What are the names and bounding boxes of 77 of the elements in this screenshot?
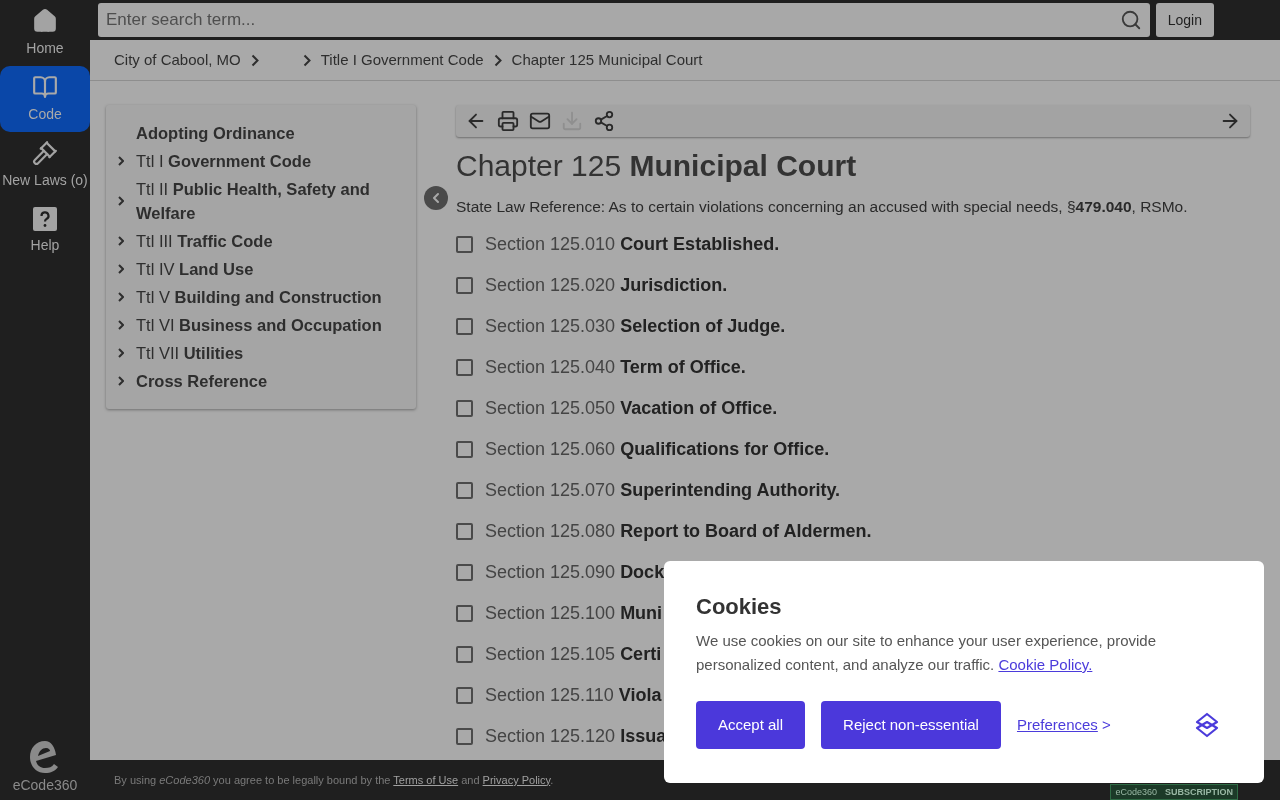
toc-item[interactable]: Ttl V Building and Construction [130, 285, 382, 309]
section-checkbox[interactable] [456, 646, 473, 664]
section-link[interactable]: Section 125.120 Issua [485, 723, 667, 751]
home-icon [32, 7, 58, 34]
section-checkbox[interactable] [456, 728, 473, 746]
terms-link[interactable]: Terms of Use [393, 773, 459, 786]
section-checkbox[interactable] [456, 441, 473, 459]
section-checkbox[interactable] [456, 318, 473, 336]
toc-item[interactable]: Ttl II Public Health, Safety and Welfare [130, 177, 412, 225]
section-link[interactable]: Section 125.110 Viola [485, 682, 662, 710]
collapse-button[interactable] [424, 186, 448, 210]
toc-item[interactable]: Ttl VI Business and Occupation [130, 313, 382, 337]
chevron-icon [493, 53, 502, 67]
subscription-badge: eCode360 SUBSCRIPTION [1110, 784, 1238, 800]
toc-item[interactable]: Adopting Ordinance [130, 121, 295, 145]
chapter-title: Chapter 125 Municipal Court [456, 148, 858, 184]
share-icon [593, 110, 615, 132]
nav-item[interactable]: New Laws (o) [0, 132, 90, 198]
section-link[interactable]: Section 125.050 Vacation of Office. [485, 395, 778, 423]
section-checkbox[interactable] [456, 687, 473, 705]
section-link[interactable]: Section 125.010 Court Established. [485, 231, 780, 259]
brand-icon [1194, 712, 1220, 738]
search-field[interactable]: Enter search term... [98, 3, 1150, 37]
chevron-icon [302, 53, 311, 67]
cookie-title: Cookies [696, 593, 783, 621]
section-link[interactable]: Section 125.080 Report to Board of Aldermen. [485, 518, 872, 546]
accept-all-button[interactable]: Accept all [696, 701, 806, 749]
section-checkbox[interactable] [456, 236, 473, 254]
breadcrumb-link[interactable]: Title I Government Code [320, 48, 484, 72]
breadcrumb-link[interactable]: Chapter 125 Municipal Court [511, 48, 703, 72]
reject-button[interactable]: Reject non-essential [821, 701, 1001, 749]
nav-item[interactable]: Help [0, 198, 90, 264]
help-icon [33, 206, 57, 231]
logo-text: eCode360 [12, 776, 78, 795]
section-link[interactable]: Section 125.030 Selection of Judge. [485, 313, 786, 341]
login-button[interactable]: Login [1155, 3, 1214, 37]
expand-icon[interactable] [118, 156, 124, 166]
mail-icon [529, 110, 551, 132]
section-checkbox[interactable] [456, 359, 473, 377]
section-checkbox[interactable] [456, 400, 473, 418]
section-link[interactable]: Section 125.105 Certi [485, 641, 662, 669]
expand-icon[interactable] [118, 196, 124, 206]
footer-notice: By using eCode360 you agree to be legally bound by the Terms of Use and Privacy Policy. [114, 772, 554, 788]
toc-item[interactable]: Ttl III Traffic Code [130, 229, 273, 253]
cookie-policy-link[interactable]: Cookie Policy. [998, 656, 1093, 673]
section-link[interactable]: Section 125.070 Superintending Authority. [485, 477, 841, 505]
book-icon [32, 73, 58, 100]
section-link[interactable]: Section 125.090 Dock [485, 559, 665, 587]
gavel-icon [32, 139, 58, 166]
nav-item[interactable]: Home [0, 0, 90, 66]
section-checkbox[interactable] [456, 277, 473, 295]
section-checkbox[interactable] [456, 482, 473, 500]
chevron-icon [250, 53, 259, 67]
expand-icon[interactable] [118, 292, 124, 302]
toc-item[interactable]: Ttl I Government Code [130, 149, 312, 173]
printer-icon [497, 110, 519, 132]
search-icon [1119, 9, 1142, 31]
section-checkbox[interactable] [456, 523, 473, 541]
expand-icon[interactable] [118, 236, 124, 246]
section-link[interactable]: Section 125.060 Qualifications for Office. [485, 436, 830, 464]
breadcrumb-link[interactable]: City of Cabool, MO [114, 48, 241, 72]
toc-item[interactable]: Cross Reference [130, 369, 268, 393]
toc-item[interactable]: Ttl IV Land Use [130, 257, 254, 281]
toc-item[interactable]: Ttl VII Utilities [130, 341, 244, 365]
section-checkbox[interactable] [456, 564, 473, 582]
preferences-link[interactable]: Preferences > [1016, 713, 1111, 737]
section-checkbox[interactable] [456, 605, 473, 623]
expand-icon[interactable] [118, 320, 124, 330]
state-law-reference: State Law Reference: As to certain violations concerning an accused with special needs, §479.040, RSMo. [456, 197, 1189, 217]
expand-icon[interactable] [118, 264, 124, 274]
section-link[interactable]: Section 125.100 Muni [485, 600, 663, 628]
cookie-text: We use cookies on our site to enhance your user experience, provide personalized content, and analyze our traffic. Cookie Policy. [696, 631, 1157, 675]
section-link[interactable]: Section 125.040 Term of Office. [485, 354, 746, 382]
expand-icon[interactable] [118, 348, 124, 358]
section-link[interactable]: Section 125.020 Jurisdiction. [485, 272, 728, 300]
expand-icon[interactable] [118, 376, 124, 386]
nav-item[interactable]: Code [0, 66, 90, 132]
